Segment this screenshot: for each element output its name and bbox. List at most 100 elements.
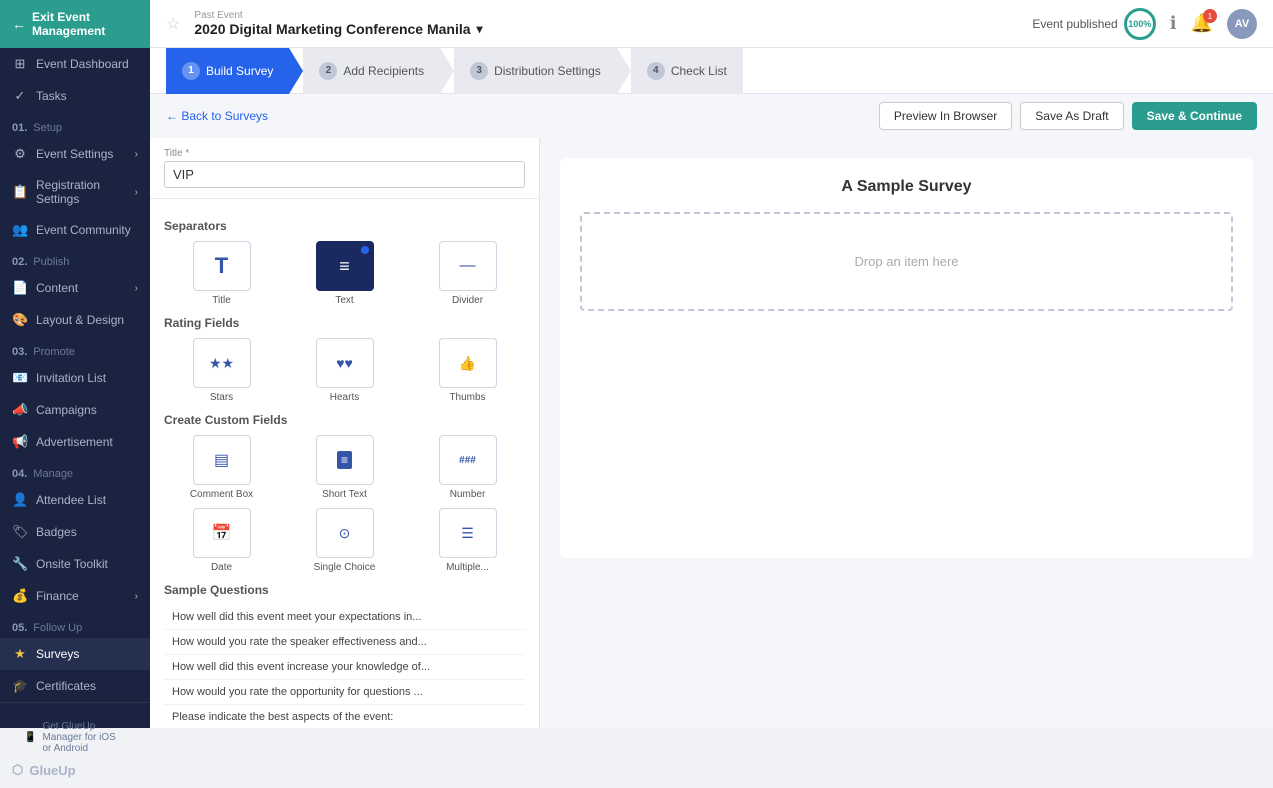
text-field-label: Text [335,295,353,306]
tasks-icon: ✓ [12,88,28,104]
sidebar-item-registration-settings[interactable]: 📋 Registration Settings › [0,170,150,214]
topbar-left: ☆ Past Event 2020 Digital Marketing Conf… [166,10,483,37]
sample-question-2[interactable]: How would you rate the speaker effective… [164,630,525,655]
title-field-icon: T [193,241,251,291]
field-item-text[interactable]: ≡ Text [287,241,402,306]
sidebar-item-surveys[interactable]: ★ Surveys [0,638,150,670]
sidebar-item-invitation-list[interactable]: 📧 Invitation List [0,362,150,394]
info-icon: ℹ [1170,13,1177,33]
comment-box-icon: ▤ [193,435,251,485]
info-button[interactable]: ℹ [1170,13,1177,34]
field-item-stars[interactable]: ★★ Stars [164,338,279,403]
sidebar-item-layout-design[interactable]: 🎨 Layout & Design [0,304,150,336]
wizard-step-4[interactable]: 4 Check List [631,48,743,94]
sidebar-item-attendee-list[interactable]: 👤 Attendee List [0,484,150,516]
drop-zone[interactable]: Drop an item here [580,212,1233,311]
topbar: ☆ Past Event 2020 Digital Marketing Conf… [150,0,1273,48]
registration-icon: 📋 [12,184,28,200]
logo-icon: ⬡ [12,762,23,778]
sidebar-group-publish: 02. Publish [0,246,150,272]
field-item-title[interactable]: T Title [164,241,279,306]
preview-button[interactable]: Preview In Browser [879,102,1012,130]
star-icon: ★ [12,646,28,662]
hearts-field-label: Hearts [330,392,359,403]
separators-grid: T Title ≡ Text [164,241,525,306]
rating-fields-grid: ★★ Stars ♥♥ Hearts 👍 [164,338,525,403]
user-avatar[interactable]: AV [1227,9,1257,39]
title-label: Title * [164,148,525,159]
short-text-label: Short Text [322,489,367,500]
sample-question-1[interactable]: How well did this event meet your expect… [164,605,525,630]
field-item-comment-box[interactable]: ▤ Comment Box [164,435,279,500]
field-item-single-choice[interactable]: ⊙ Single Choice [287,508,402,573]
field-item-multiple[interactable]: ☰ Multiple... [410,508,525,573]
sidebar-item-badges[interactable]: 🏷 Badges [0,516,150,548]
field-item-number[interactable]: ### Number [410,435,525,500]
event-title: 2020 Digital Marketing Conference Manila [194,21,470,37]
exit-event-management-button[interactable]: ← Exit Event Management [0,0,150,48]
chevron-icon: › [135,283,138,294]
separators-title: Separators [164,219,525,233]
survey-preview: A Sample Survey Drop an item here [560,158,1253,558]
glueup-logo: ⬡ GlueUp [12,762,138,778]
breadcrumb-bar: ← Back to Surveys Preview In Browser Sav… [150,94,1273,138]
drop-label: Drop an item here [854,254,958,269]
sidebar-item-finance[interactable]: 💰 Finance › [0,580,150,612]
step-3-label: Distribution Settings [494,64,601,78]
sidebar-item-onsite-toolkit[interactable]: 🔧 Onsite Toolkit [0,548,150,580]
divider-field-icon: — [439,241,497,291]
sidebar-item-campaigns[interactable]: 📣 Campaigns [0,394,150,426]
sidebar-footer: 📱 Get GlueUp Manager for iOS or Android … [0,702,150,788]
save-draft-button[interactable]: Save As Draft [1020,102,1123,130]
sidebar-item-advertisement[interactable]: 📢 Advertisement [0,426,150,458]
settings-icon: ⚙ [12,146,28,162]
wizard-step-3[interactable]: 3 Distribution Settings [454,48,617,94]
stars-field-label: Stars [210,392,233,403]
certificates-icon: 🎓 [12,678,28,694]
step-1-num: 1 [182,62,200,80]
wizard-step-2[interactable]: 2 Add Recipients [303,48,440,94]
dropdown-icon[interactable]: ▾ [477,22,483,36]
step-2-num: 2 [319,62,337,80]
title-field-container: Title * [150,138,539,199]
back-to-surveys-link[interactable]: ← Back to Surveys [166,109,268,123]
field-item-short-text[interactable]: ≡ Short Text [287,435,402,500]
finance-icon: 💰 [12,588,28,604]
wizard-arrow-1 [289,48,303,94]
content-icon: 📄 [12,280,28,296]
content-area: ← Back to Surveys Preview In Browser Sav… [150,94,1273,728]
sample-question-4[interactable]: How would you rate the opportunity for q… [164,680,525,705]
community-icon: 👥 [12,222,28,238]
field-item-hearts[interactable]: ♥♥ Hearts [287,338,402,403]
wizard-step-1[interactable]: 1 Build Survey [166,48,289,94]
field-item-divider[interactable]: — Divider [410,241,525,306]
sidebar-item-content[interactable]: 📄 Content › [0,272,150,304]
field-item-thumbs[interactable]: 👍 Thumbs [410,338,525,403]
field-item-date[interactable]: 📅 Date [164,508,279,573]
multiple-choice-icon: ☰ [439,508,497,558]
notification-badge: 1 [1203,9,1217,23]
chevron-icon: › [135,149,138,160]
sample-questions-list: How well did this event meet your expect… [164,605,525,728]
number-field-label: Number [450,489,486,500]
sidebar-group-followup: 05. Follow Up [0,612,150,638]
toolkit-icon: 🔧 [12,556,28,572]
wizard-arrow-2 [440,48,454,94]
divider-field-label: Divider [452,295,483,306]
sample-question-5[interactable]: Please indicate the best aspects of the … [164,705,525,728]
single-choice-label: Single Choice [314,562,376,573]
notifications-button[interactable]: 🔔 1 [1191,13,1213,34]
save-continue-button[interactable]: Save & Continue [1132,102,1257,130]
sidebar-item-certificates[interactable]: 🎓 Certificates [0,670,150,702]
favorite-star-icon[interactable]: ☆ [166,14,180,34]
sidebar-item-event-dashboard[interactable]: ⊞ Event Dashboard [0,48,150,80]
sample-question-3[interactable]: How well did this event increase your kn… [164,655,525,680]
sidebar-item-event-settings[interactable]: ⚙ Event Settings › [0,138,150,170]
number-field-icon: ### [439,435,497,485]
step-4-num: 4 [647,62,665,80]
date-field-label: Date [211,562,232,573]
sidebar-item-tasks[interactable]: ✓ Tasks [0,80,150,112]
badges-icon: 🏷 [12,524,28,540]
sidebar-item-event-community[interactable]: 👥 Event Community [0,214,150,246]
title-input[interactable] [164,161,525,188]
